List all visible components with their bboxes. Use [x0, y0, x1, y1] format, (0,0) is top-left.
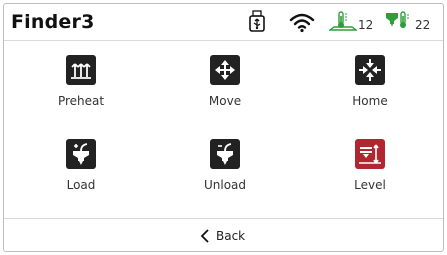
preheat-button[interactable]: Preheat — [21, 55, 141, 108]
home-icon — [355, 55, 385, 85]
status-bar: Finder3 12 22 — [4, 4, 443, 41]
back-button[interactable]: Back — [200, 226, 245, 246]
level-label: Level — [354, 178, 386, 192]
level-icon — [355, 139, 385, 169]
back-label: Back — [216, 229, 246, 243]
load-button[interactable]: Load — [21, 139, 141, 192]
move-label: Move — [208, 94, 242, 108]
level-button[interactable]: Level — [310, 139, 430, 192]
bed-temperature-value: 12 — [358, 18, 374, 32]
unload-filament-icon — [210, 139, 240, 169]
move-icon — [210, 55, 240, 85]
load-filament-icon — [66, 139, 96, 169]
nozzle-temperature-icon — [384, 10, 412, 36]
move-button[interactable]: Move — [165, 55, 285, 108]
home-button[interactable]: Home — [310, 55, 430, 108]
preheat-icon — [66, 55, 96, 85]
printer-screen: Finder3 12 22 Preheat Move Home Load Unl… — [3, 3, 444, 252]
usb-icon — [248, 10, 266, 36]
load-label: Load — [66, 178, 96, 192]
bed-temperature-icon — [327, 10, 359, 36]
preheat-label: Preheat — [57, 94, 105, 108]
page-title: Finder3 — [11, 11, 95, 33]
unload-label: Unload — [203, 178, 247, 192]
unload-button[interactable]: Unload — [165, 139, 285, 192]
wifi-icon — [289, 13, 315, 37]
chevron-left-icon — [200, 229, 209, 243]
home-label: Home — [352, 94, 388, 108]
bottom-bar: Back — [4, 218, 443, 251]
nozzle-temperature-value: 22 — [415, 18, 431, 32]
